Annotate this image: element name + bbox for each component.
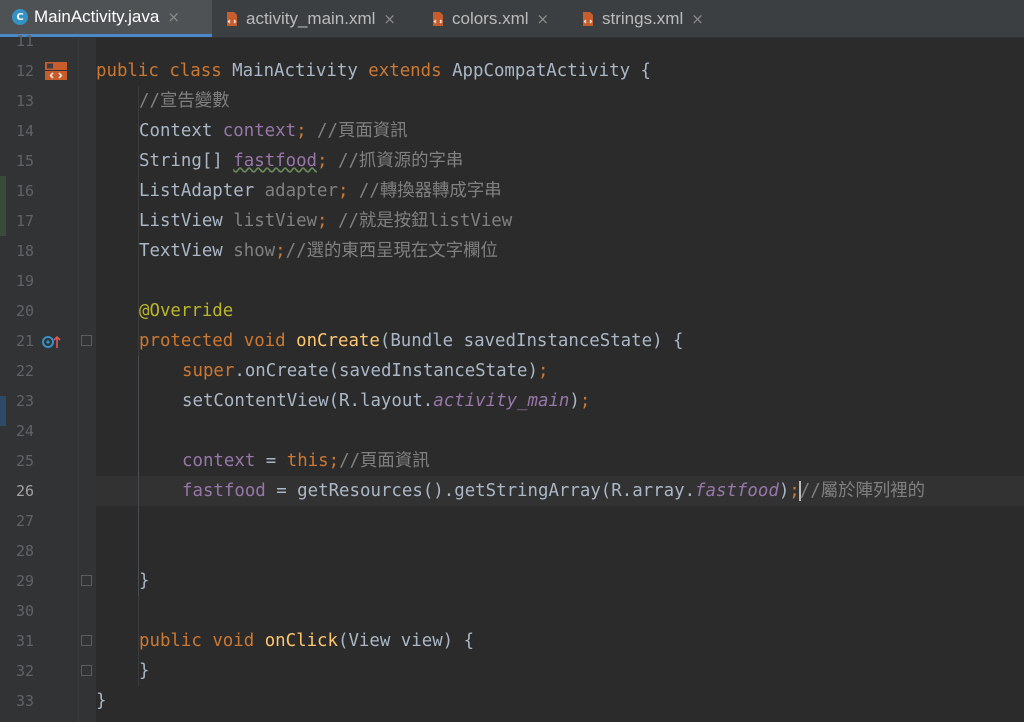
code-line-15: String[] fastfood; //抓資源的字串	[139, 151, 464, 171]
line-number: 30	[15, 602, 34, 620]
line-number: 22	[15, 362, 34, 380]
fold-toggle-icon[interactable]	[81, 335, 92, 346]
line-number: 27	[15, 512, 34, 530]
override-method-icon[interactable]	[42, 334, 64, 354]
line-number: 33	[15, 692, 34, 710]
editor-gutter: 11 12 13 14 15 16 17 18 19 20 21 22 23 2…	[0, 32, 96, 722]
code-line-26: fastfood = getResources().getStringArray…	[182, 481, 926, 501]
code-line-23: setContentView(R.layout.activity_main);	[182, 391, 591, 411]
line-number: 13	[15, 92, 34, 110]
tab-label: strings.xml	[602, 8, 684, 28]
android-class-icon[interactable]	[44, 61, 68, 85]
code-line-22: super.onCreate(savedInstanceState);	[182, 361, 549, 381]
code-line-12: public class MainActivity extends AppCom…	[96, 61, 652, 81]
line-number: 28	[15, 542, 34, 560]
java-class-icon: C	[12, 9, 28, 25]
code-line-33: }	[96, 691, 107, 711]
code-line-21: protected void onCreate(Bundle savedInst…	[139, 331, 684, 351]
line-number: 23	[15, 392, 34, 410]
code-editor[interactable]: public class MainActivity extends AppCom…	[96, 38, 1024, 722]
line-number: 12	[15, 62, 34, 80]
code-line-31: public void onClick(View view) {	[139, 631, 475, 651]
line-number: 14	[15, 122, 34, 140]
line-number: 17	[15, 212, 34, 230]
xml-layout-icon	[224, 11, 240, 27]
line-number: 25	[15, 452, 34, 470]
fold-toggle-icon[interactable]	[81, 665, 92, 676]
line-number: 11	[15, 32, 34, 50]
line-number: 19	[15, 272, 34, 290]
code-line-25: context = this;//頁面資訊	[182, 451, 430, 471]
code-line-13: //宣告變數	[139, 91, 230, 111]
close-tab-icon[interactable]: ×	[537, 10, 550, 28]
indent-guide	[138, 356, 139, 596]
fold-toggle-icon[interactable]	[81, 635, 92, 646]
tab-strings-xml[interactable]: strings.xml ×	[568, 0, 728, 37]
tab-label: activity_main.xml	[246, 8, 376, 28]
line-number: 24	[15, 422, 34, 440]
tab-label: colors.xml	[452, 8, 529, 28]
line-number: 29	[15, 572, 34, 590]
code-line-17: ListView listView; //就是按鈕listView	[139, 211, 513, 231]
code-line-29: }	[139, 571, 150, 591]
tab-activity-main-xml[interactable]: activity_main.xml ×	[212, 0, 418, 37]
gutter-separator	[78, 38, 79, 722]
close-tab-icon[interactable]: ×	[167, 8, 180, 26]
line-number: 20	[15, 302, 34, 320]
line-number: 18	[15, 242, 34, 260]
tab-label: MainActivity.java	[34, 7, 160, 26]
close-tab-icon[interactable]: ×	[383, 10, 396, 28]
xml-layout-icon	[430, 11, 446, 27]
tab-colors-xml[interactable]: colors.xml ×	[418, 0, 568, 37]
code-line-20: @Override	[139, 301, 234, 321]
line-number: 21	[15, 332, 34, 350]
xml-layout-icon	[580, 11, 596, 27]
close-tab-icon[interactable]: ×	[691, 10, 704, 28]
code-line-16: ListAdapter adapter; //轉換器轉成字串	[139, 181, 502, 201]
line-number: 32	[15, 662, 34, 680]
code-line-32: }	[139, 661, 150, 681]
code-line-18: TextView show;//選的東西呈現在文字欄位	[139, 241, 498, 261]
editor-tab-bar: C MainActivity.java × activity_main.xml …	[0, 0, 1024, 38]
fold-toggle-icon[interactable]	[81, 575, 92, 586]
line-number-current: 26	[15, 482, 34, 500]
line-number: 15	[15, 152, 34, 170]
line-number: 31	[15, 632, 34, 650]
code-line-14: Context context; //頁面資訊	[139, 121, 408, 141]
line-number: 16	[15, 182, 34, 200]
